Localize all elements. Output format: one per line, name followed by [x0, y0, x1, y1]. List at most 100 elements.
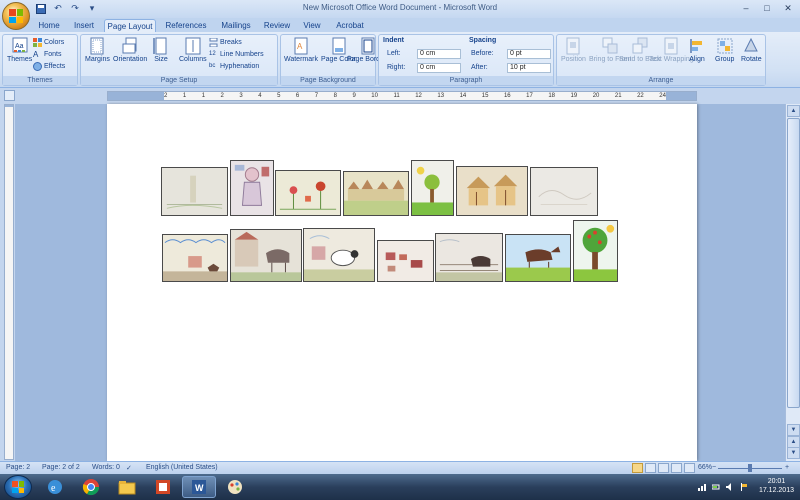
zoom-slider-thumb[interactable]: [748, 464, 752, 472]
taskbar-file-explorer[interactable]: [110, 476, 144, 498]
status-bar: Page: 2 Page: 2 of 2 Words: 0 ✓ English …: [0, 461, 800, 474]
watermark-button[interactable]: A Watermark: [284, 37, 318, 63]
ruler-bar: 2 1 1 2 3 4 5 6 7 8 9 10 11 12 13 14 15 16 17 18 19 20 21 22 24: [0, 89, 800, 103]
tab-references[interactable]: References: [160, 19, 212, 32]
themes-button[interactable]: Aa Themes: [7, 37, 32, 63]
print-layout-view-button[interactable]: [632, 463, 643, 473]
picture-fence-horse-drawing[interactable]: [435, 233, 503, 282]
ruler-tick-label: 2: [164, 93, 168, 99]
arrange-group: Position Bring to Front Send to Back Tex…: [556, 34, 766, 86]
taskbar-paint[interactable]: [218, 476, 252, 498]
minimize-button[interactable]: –: [736, 1, 756, 15]
scroll-down-icon[interactable]: ▼: [787, 424, 800, 436]
spacing-before-field[interactable]: 0 pt: [507, 49, 551, 59]
clock[interactable]: 20:01 17.12.2013: [759, 477, 794, 495]
rotate-button[interactable]: Rotate: [741, 37, 762, 63]
picture-house-drawing[interactable]: [456, 166, 528, 216]
horizontal-ruler[interactable]: 2 1 1 2 3 4 5 6 7 8 9 10 11 12 13 14 15 16 17 18 19 20 21 22 24: [107, 91, 697, 101]
ruler-tick-label: 19: [570, 93, 578, 99]
taskbar-word[interactable]: W: [182, 476, 216, 498]
title-bar: ↶ ↷ ▾ New Microsoft Office Word Document…: [0, 0, 800, 30]
indent-right-field[interactable]: 0 cm: [417, 63, 461, 73]
breaks-button[interactable]: Breaks: [209, 38, 242, 47]
outline-view-button[interactable]: [671, 463, 682, 473]
zoom-out-icon[interactable]: −: [712, 464, 716, 471]
close-button[interactable]: ✕: [778, 1, 798, 15]
size-button[interactable]: Size: [153, 37, 169, 63]
ribbon: Aa Themes Colors A Fonts Effects Themes …: [0, 32, 800, 88]
align-button[interactable]: Align: [689, 37, 705, 63]
margins-button[interactable]: Margins: [85, 37, 110, 63]
tab-page-layout[interactable]: Page Layout: [104, 19, 156, 32]
effects-button[interactable]: Effects: [33, 62, 65, 71]
volume-icon[interactable]: [726, 483, 734, 491]
orientation-button[interactable]: Orientation: [113, 37, 147, 63]
scroll-up-icon[interactable]: ▲: [787, 105, 800, 117]
vertical-scrollbar[interactable]: ▲ ▼ ▲ ▼: [785, 104, 800, 461]
window-title: New Microsoft Office Word Document - Mic…: [302, 3, 498, 12]
draft-view-button[interactable]: [684, 463, 695, 473]
picture-tree-drawing[interactable]: [411, 160, 454, 216]
status-word-count[interactable]: Words: 0: [92, 464, 120, 471]
zoom-level[interactable]: 66%: [698, 464, 712, 471]
picture-lighthouse-drawing[interactable]: [161, 167, 228, 216]
web-layout-view-button[interactable]: [658, 463, 669, 473]
tab-view[interactable]: View: [298, 19, 326, 32]
vertical-ruler[interactable]: [4, 104, 14, 460]
next-page-icon[interactable]: ▼: [787, 447, 800, 459]
taskbar-internet-explorer[interactable]: e: [38, 476, 72, 498]
columns-button[interactable]: Columns: [179, 37, 207, 63]
picture-brown-horse-drawing[interactable]: [505, 234, 571, 282]
proofing-icon[interactable]: ✓: [126, 464, 132, 472]
tab-mailings[interactable]: Mailings: [216, 19, 256, 32]
colors-icon: [33, 38, 42, 47]
group-button[interactable]: Group: [715, 37, 734, 63]
start-button[interactable]: [4, 475, 32, 499]
rotate-icon: [744, 37, 759, 52]
colors-button[interactable]: Colors: [33, 38, 64, 47]
status-page[interactable]: Page: 2: [6, 464, 30, 471]
zoom-in-icon[interactable]: +: [785, 464, 789, 471]
picture-castle-horse-drawing[interactable]: [230, 229, 302, 282]
taskbar-chrome[interactable]: [74, 476, 108, 498]
scrollbar-thumb[interactable]: [787, 118, 800, 408]
line-numbers-icon: 12: [209, 51, 216, 57]
office-button[interactable]: [2, 2, 30, 30]
flag-icon[interactable]: [740, 483, 748, 491]
battery-icon[interactable]: [712, 483, 720, 491]
folder-icon: [118, 481, 136, 495]
document-page[interactable]: [107, 104, 697, 461]
picture-apple-tree-drawing[interactable]: [573, 220, 618, 282]
picture-village-drawing[interactable]: [343, 171, 409, 216]
tab-review[interactable]: Review: [260, 19, 294, 32]
tab-home[interactable]: Home: [34, 19, 64, 32]
maximize-button[interactable]: □: [757, 1, 777, 15]
ruler-tick-label: 20: [592, 93, 600, 99]
picture-sheep-drawing[interactable]: [303, 228, 375, 282]
picture-red-shapes-drawing[interactable]: [377, 240, 434, 282]
line-numbers-button[interactable]: 12 Line Numbers: [209, 50, 264, 59]
tab-insert[interactable]: Insert: [68, 19, 100, 32]
hyphenation-button[interactable]: bc Hyphenation: [209, 62, 259, 71]
tab-acrobat[interactable]: Acrobat: [330, 19, 370, 32]
tab-selector-button[interactable]: [4, 90, 15, 101]
spacing-after-field[interactable]: 10 pt: [507, 63, 551, 73]
picture-person-drawing[interactable]: [230, 160, 274, 216]
ruler-tick-label: 4: [258, 93, 262, 99]
full-screen-view-button[interactable]: [645, 463, 656, 473]
ruler-tick-label: 2: [220, 93, 224, 99]
fonts-button[interactable]: A Fonts: [33, 50, 62, 59]
position-button[interactable]: Position: [561, 37, 586, 63]
taskbar-powerpoint[interactable]: [146, 476, 180, 498]
network-icon[interactable]: [698, 483, 706, 491]
status-page-count[interactable]: Page: 2 of 2: [42, 464, 80, 471]
paragraph-group-label: Paragraph: [379, 76, 553, 85]
ruler-tick-label: 17: [526, 93, 533, 99]
picture-faint-drawing[interactable]: [530, 167, 598, 216]
hyphenation-icon: bc: [209, 63, 216, 69]
status-language[interactable]: English (United States): [146, 464, 218, 471]
indent-left-field[interactable]: 0 cm: [417, 49, 461, 59]
picture-landscape-drawing[interactable]: [162, 234, 228, 282]
text-wrapping-button[interactable]: Text Wrapping: [649, 37, 694, 63]
picture-flowers-drawing[interactable]: [275, 170, 341, 216]
